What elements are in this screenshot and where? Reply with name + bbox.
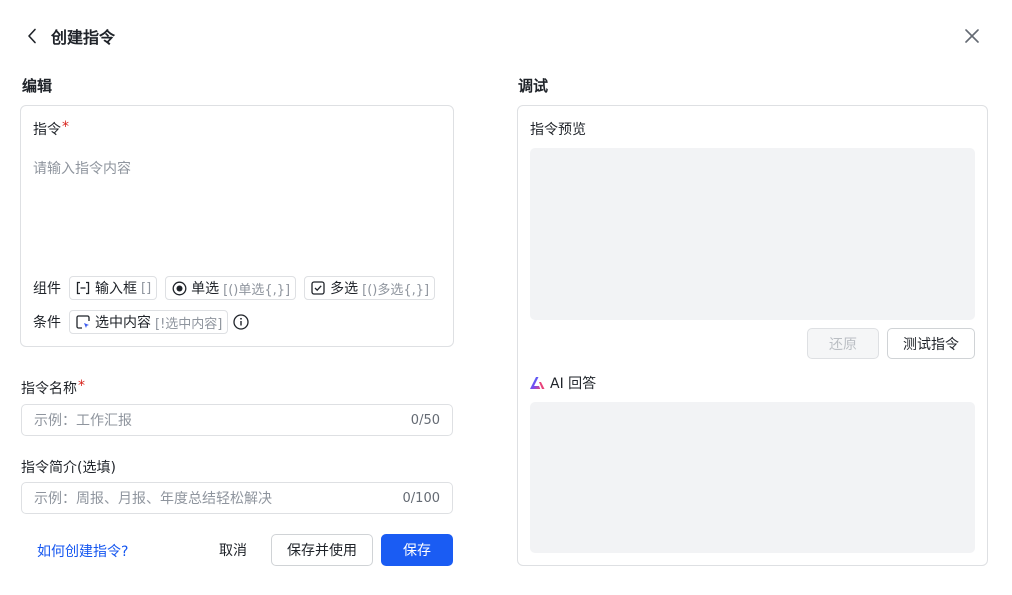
selection-cursor-icon: [75, 314, 91, 330]
back-button[interactable]: [22, 22, 42, 50]
chip-label: 多选: [330, 281, 359, 297]
instruction-label: 指令: [33, 122, 61, 138]
chip-label: 选中内容: [95, 315, 151, 331]
chevron-left-icon: [28, 28, 36, 44]
help-link[interactable]: 如何创建指令?: [37, 541, 128, 561]
chip-label: 单选: [191, 281, 220, 297]
cancel-button[interactable]: 取消: [208, 534, 258, 566]
ai-answer-label: AI 回答: [550, 376, 597, 392]
name-label-row: 指令名称 *: [21, 378, 85, 398]
instruction-editor[interactable]: 指令 * 请输入指令内容 组件 输入框 [] 单选 [()单选{,}] 多选 […: [20, 105, 454, 347]
conditions-row: 条件 选中内容 [!选中内容]: [33, 310, 250, 334]
instruction-label-row: 指令 *: [33, 119, 69, 139]
conditions-label: 条件: [33, 315, 61, 331]
ai-answer-header: AI 回答: [530, 373, 596, 393]
debug-panel: 指令预览 还原 测试指令 AI 回答: [517, 105, 988, 566]
components-label: 组件: [33, 281, 61, 297]
components-row: 组件 输入框 [] 单选 [()单选{,}] 多选 [()多选{,}]: [33, 276, 443, 300]
selection-chip[interactable]: 选中内容 [!选中内容]: [69, 310, 229, 334]
chip-label: 输入框: [95, 281, 137, 297]
ai-logo-icon: [530, 377, 545, 389]
chip-hint: [()多选{,}]: [362, 282, 430, 298]
instruction-textarea[interactable]: 请输入指令内容: [33, 158, 131, 178]
name-counter: 0/50: [410, 412, 440, 428]
restore-button[interactable]: 还原: [807, 328, 879, 359]
create-instruction-dialog: 创建指令 编辑 指令 * 请输入指令内容 组件 输入框 [] 单选 [()单选{…: [0, 0, 1012, 595]
dialog-header: 创建指令: [22, 22, 115, 50]
chip-hint: [()单选{,}]: [223, 282, 291, 298]
edit-section-title: 编辑: [22, 77, 53, 95]
name-label: 指令名称: [21, 381, 77, 397]
test-instruction-button[interactable]: 测试指令: [887, 328, 975, 359]
preview-area: [530, 148, 975, 320]
checkbox-chip[interactable]: 多选 [()多选{,}]: [304, 276, 436, 300]
radio-chip[interactable]: 单选 [()单选{,}]: [165, 276, 297, 300]
close-icon: [965, 29, 979, 43]
desc-counter: 0/100: [402, 490, 440, 506]
close-button[interactable]: [962, 26, 982, 46]
debug-section-title: 调试: [518, 77, 549, 95]
name-placeholder: 示例：工作汇报: [34, 413, 132, 429]
desc-label: 指令简介(选填): [21, 460, 116, 476]
checkbox-icon: [310, 280, 326, 296]
save-and-use-button[interactable]: 保存并使用: [271, 534, 373, 566]
input-box-chip[interactable]: 输入框 []: [69, 276, 158, 300]
name-input[interactable]: 示例：工作汇报 0/50: [21, 404, 453, 436]
desc-placeholder: 示例：周报、月报、年度总结轻松解决: [34, 491, 272, 507]
desc-input[interactable]: 示例：周报、月报、年度总结轻松解决 0/100: [21, 482, 453, 514]
radio-icon: [171, 280, 187, 296]
dialog-title: 创建指令: [51, 28, 116, 47]
preview-label: 指令预览: [530, 122, 586, 138]
info-icon[interactable]: [233, 314, 250, 330]
chip-hint: [!选中内容]: [155, 316, 223, 332]
save-button[interactable]: 保存: [381, 534, 453, 566]
ai-answer-area: [530, 402, 975, 553]
required-mark: *: [62, 119, 69, 135]
input-box-icon: [75, 280, 91, 296]
chip-hint: []: [141, 280, 152, 296]
required-mark: *: [78, 378, 85, 394]
